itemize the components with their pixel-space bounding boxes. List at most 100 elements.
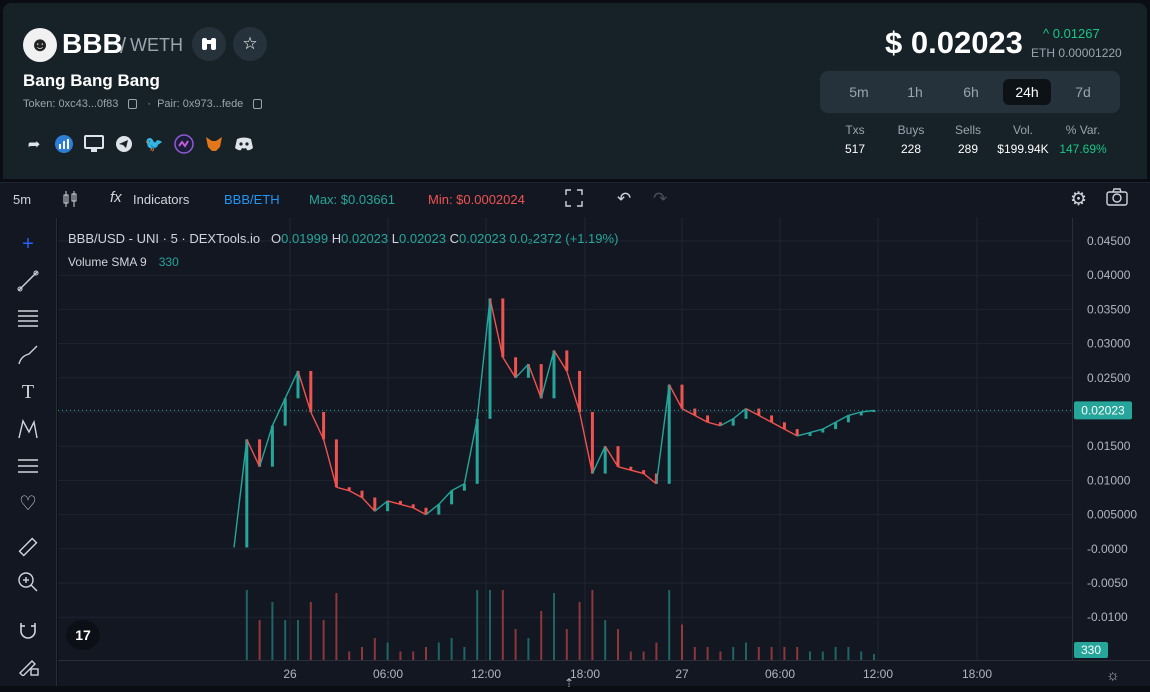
price-candle xyxy=(846,415,850,423)
stat-buys: Buys 228 xyxy=(891,123,931,156)
metamask-icon[interactable] xyxy=(203,133,225,155)
stat-value: 289 xyxy=(957,142,979,156)
price-candle xyxy=(283,398,287,426)
price-segment xyxy=(809,428,823,434)
volume-bar xyxy=(335,593,338,660)
volume-bar xyxy=(463,647,466,660)
telegram-icon[interactable] xyxy=(113,133,135,155)
time-tick-label: 06:00 xyxy=(373,667,403,681)
price-tick-label: 0.03500 xyxy=(1087,302,1131,316)
price-candle xyxy=(514,357,518,378)
volume-bar xyxy=(399,651,402,660)
undo-icon[interactable]: ↶ xyxy=(617,189,631,209)
time-axis-svg: 26 06:00 12:00 18:00 27 06:00 12:00 18:00⇡ ☼ xyxy=(283,667,1120,690)
price-candle xyxy=(821,429,825,433)
settings-icon[interactable]: ⚙ xyxy=(1070,188,1087,211)
binoculars-button[interactable] xyxy=(192,27,226,61)
volume-bar xyxy=(604,620,607,660)
text-tool-icon[interactable]: T xyxy=(14,378,42,406)
price-segment xyxy=(438,490,453,505)
pair-header: ☻ BBB / WETH ☆ Bang Bang Bang Token: 0xc… xyxy=(3,3,1147,179)
copy-pair-icon[interactable] xyxy=(253,99,263,109)
prediction-icon[interactable] xyxy=(14,452,42,480)
discord-icon[interactable] xyxy=(233,133,255,155)
volume-bar xyxy=(770,647,773,660)
chart-icon[interactable] xyxy=(53,133,75,155)
scroll-arrow-icon[interactable]: ⇡ xyxy=(564,676,574,690)
redo-icon[interactable]: ↷ xyxy=(653,189,667,209)
volume-bar xyxy=(578,602,581,660)
price-segment xyxy=(758,414,772,423)
tab-24h[interactable]: 24h xyxy=(1003,79,1051,105)
price-candle xyxy=(475,418,479,484)
candles-icon[interactable] xyxy=(62,189,78,212)
low-key: L xyxy=(391,231,399,246)
volume-bar xyxy=(796,647,799,660)
quote-symbol: WETH xyxy=(130,35,183,55)
trend-line-icon[interactable] xyxy=(14,267,42,295)
ruler-icon[interactable] xyxy=(14,533,42,561)
price-candle xyxy=(642,470,646,474)
max-price: Max: $0.03661 xyxy=(309,192,396,207)
camera-icon[interactable] xyxy=(1106,188,1128,209)
volume-bar xyxy=(476,590,479,660)
volume-bar xyxy=(565,629,568,660)
twitter-icon[interactable]: 🐦 xyxy=(143,133,165,155)
binoculars-icon xyxy=(202,38,216,50)
price-eth: ETH 0.00001220 xyxy=(1031,46,1122,60)
crosshair-icon[interactable]: + xyxy=(14,230,42,258)
price-segment xyxy=(643,473,657,485)
indicators-button[interactable]: Indicators xyxy=(133,192,189,207)
tab-5m[interactable]: 5m xyxy=(835,79,883,105)
volume-bar xyxy=(271,602,274,660)
price-segment xyxy=(732,408,747,420)
price-segment xyxy=(655,384,670,484)
favorite-button[interactable]: ☆ xyxy=(233,27,267,61)
price-candle xyxy=(629,466,633,471)
stat-label: Sells xyxy=(954,123,981,137)
chart-canvas[interactable] xyxy=(58,218,1072,660)
tab-1h[interactable]: 1h xyxy=(891,79,939,105)
volume-bar xyxy=(527,638,530,660)
change-value: 0.0₂2372 (+1.19%) xyxy=(509,231,619,246)
price-candle xyxy=(706,415,710,423)
stat-txs: Txs 517 xyxy=(835,123,875,156)
price-tick-label: -0.0000 xyxy=(1087,542,1128,556)
magnet-icon[interactable] xyxy=(14,616,42,644)
website-icon[interactable] xyxy=(83,133,105,155)
price-segment xyxy=(284,370,299,399)
tab-6h[interactable]: 6h xyxy=(947,79,995,105)
fullscreen-icon[interactable] xyxy=(565,189,583,210)
share-icon[interactable]: ➦ xyxy=(23,133,45,155)
lock-pencil-icon[interactable] xyxy=(14,651,42,679)
axis-settings-icon[interactable]: ☼ xyxy=(1106,667,1120,684)
pair-address: Pair: 0x973...fede xyxy=(157,98,244,110)
price-candle xyxy=(309,370,313,412)
copy-token-icon[interactable] xyxy=(128,99,138,109)
price-segment xyxy=(668,384,683,409)
heart-icon[interactable]: ♡ xyxy=(14,489,42,517)
price-axis[interactable]: 0.04500 0.04000 0.03500 0.03000 0.02500 0.020… xyxy=(1072,218,1150,660)
brush-icon[interactable] xyxy=(14,341,42,369)
tab-7d[interactable]: 7d xyxy=(1059,79,1107,105)
interval-selector[interactable]: 5m xyxy=(13,192,31,207)
price-candle xyxy=(693,408,697,416)
price-segment xyxy=(694,414,708,423)
time-axis[interactable]: 26 06:00 12:00 18:00 27 06:00 12:00 18:00 ⇡ ☼ xyxy=(58,660,1150,690)
price-segment xyxy=(425,503,440,516)
close-key: C xyxy=(449,231,460,246)
low-value: 0.02023 xyxy=(399,231,446,246)
volume-label: Volume SMA 9 xyxy=(68,255,147,269)
pattern-icon[interactable] xyxy=(14,415,42,443)
dextools-icon[interactable] xyxy=(173,133,195,155)
stat-value: 228 xyxy=(900,142,922,156)
volume-bar xyxy=(361,647,363,660)
volume-bar xyxy=(322,620,325,660)
tradingview-logo[interactable]: 17 xyxy=(66,620,100,650)
price-segment xyxy=(707,421,721,427)
addresses-row: Token: 0xc43...0f83 · Pair: 0x973...fede xyxy=(23,98,266,110)
compare-pair-button[interactable]: BBB/ETH xyxy=(224,192,280,207)
fib-lines-icon[interactable] xyxy=(14,304,42,332)
price-chart[interactable] xyxy=(58,218,1072,660)
zoom-in-icon[interactable] xyxy=(14,568,42,596)
